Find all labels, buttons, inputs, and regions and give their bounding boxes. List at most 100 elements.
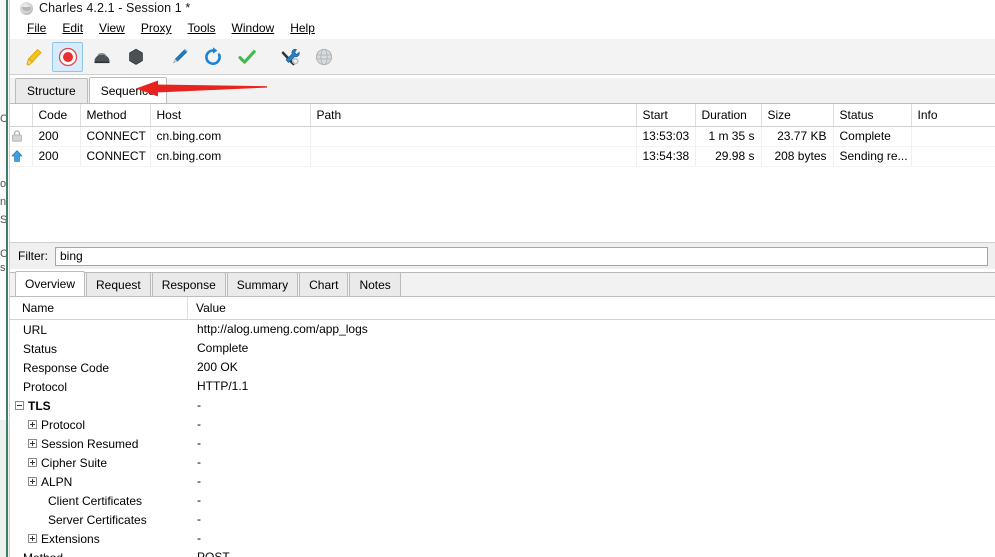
tree-label-status: Status bbox=[23, 341, 58, 356]
clear-session-icon bbox=[26, 48, 42, 66]
detail-col-value[interactable]: Value bbox=[188, 297, 995, 320]
col-header-start[interactable]: Start bbox=[636, 104, 696, 127]
tree-value-server-certificates: - bbox=[197, 512, 201, 526]
filter-input[interactable] bbox=[55, 246, 988, 266]
tools-icon bbox=[281, 48, 300, 65]
menu-window[interactable]: Window bbox=[224, 18, 283, 38]
col-header-path[interactable]: Path bbox=[310, 104, 637, 127]
dns-spoofing-button[interactable] bbox=[308, 42, 339, 72]
throttle-icon bbox=[94, 52, 109, 63]
menu-tools[interactable]: Tools bbox=[180, 18, 224, 38]
tree-label-server-certificates: Server Certificates bbox=[48, 512, 147, 527]
menu-window-label: Window bbox=[231, 21, 275, 35]
tab-overview-label: Overview bbox=[25, 277, 76, 291]
detail-tab-bar: Overview Request Response Summary Chart … bbox=[10, 271, 995, 297]
expand-toggle-plus-icon[interactable] bbox=[28, 458, 37, 467]
repeat-icon bbox=[204, 46, 221, 65]
expand-toggle-plus-icon[interactable] bbox=[28, 534, 37, 543]
table-row[interactable]: 200 CONNECT cn.bing.com 13:54:38 29.98 s… bbox=[10, 146, 995, 167]
col-header-code[interactable]: Code bbox=[32, 104, 81, 127]
tree-row-alpn[interactable]: ALPN - bbox=[10, 472, 995, 491]
tree-row-client-certificates[interactable]: Client Certificates - bbox=[10, 491, 995, 510]
tree-row-url[interactable]: URL http://alog.umeng.com/app_logs bbox=[10, 320, 995, 339]
cell-code: 200 bbox=[32, 126, 81, 147]
compose-button[interactable] bbox=[163, 42, 194, 72]
tree-label-session-resumed: Session Resumed bbox=[41, 436, 139, 451]
menu-file[interactable]: File bbox=[19, 18, 54, 38]
tree-label-extensions: Extensions bbox=[41, 531, 100, 546]
detail-col-name[interactable]: Name bbox=[10, 297, 188, 320]
row-status-icon-cell bbox=[10, 126, 33, 147]
col-header-host[interactable]: Host bbox=[150, 104, 311, 127]
cell-size: 23.77 KB bbox=[761, 126, 834, 147]
tab-response-label: Response bbox=[161, 277, 216, 292]
menu-view[interactable]: View bbox=[91, 18, 133, 38]
session-tab-bar: Structure Sequence bbox=[10, 77, 995, 104]
col-header-info[interactable]: Info bbox=[911, 104, 995, 127]
tree-value-url: http://alog.umeng.com/app_logs bbox=[197, 322, 368, 336]
tree-row-status[interactable]: Status Complete bbox=[10, 339, 995, 358]
expand-toggle-plus-icon[interactable] bbox=[28, 420, 37, 429]
tab-notes-label: Notes bbox=[359, 277, 391, 292]
tab-sequence[interactable]: Sequence bbox=[88, 77, 167, 103]
table-row[interactable]: 200 CONNECT cn.bing.com 13:53:03 1 m 35 … bbox=[10, 126, 995, 147]
tab-chart[interactable]: Chart bbox=[299, 272, 349, 296]
tab-chart-label: Chart bbox=[309, 277, 339, 292]
main-toolbar bbox=[10, 39, 995, 75]
menu-proxy[interactable]: Proxy bbox=[133, 18, 180, 38]
tree-row-session-resumed[interactable]: Session Resumed - bbox=[10, 434, 995, 453]
tree-label-tls: TLS bbox=[28, 398, 51, 413]
tree-label-url: URL bbox=[23, 322, 48, 337]
record-button[interactable] bbox=[52, 41, 83, 72]
breakpoints-button[interactable] bbox=[120, 42, 151, 72]
menu-help[interactable]: Help bbox=[282, 18, 323, 38]
menu-proxy-label: Proxy bbox=[140, 21, 172, 35]
cell-duration: 29.98 s bbox=[695, 146, 762, 167]
col-header-duration[interactable]: Duration bbox=[695, 104, 762, 127]
collapse-toggle-minus-icon[interactable] bbox=[15, 401, 24, 410]
tab-request[interactable]: Request bbox=[86, 272, 151, 296]
col-header-size[interactable]: Size bbox=[761, 104, 834, 127]
expand-toggle-plus-icon[interactable] bbox=[28, 477, 37, 486]
tab-sequence-label: Sequence bbox=[100, 83, 155, 98]
tree-value-extensions: - bbox=[197, 531, 201, 545]
col-header-icon[interactable] bbox=[10, 104, 33, 127]
tree-row-tls-protocol[interactable]: Protocol - bbox=[10, 415, 995, 434]
tree-row-extensions[interactable]: Extensions - bbox=[10, 529, 995, 548]
col-header-status[interactable]: Status bbox=[833, 104, 912, 127]
request-table[interactable]: Code Method Host Path Start Duration Siz… bbox=[10, 104, 995, 242]
cell-start: 13:54:38 bbox=[636, 146, 696, 167]
tree-value-status: Complete bbox=[197, 341, 249, 355]
tree-label-alpn: ALPN bbox=[41, 474, 73, 489]
tree-label-method: Method bbox=[23, 551, 63, 557]
cell-host: cn.bing.com bbox=[150, 126, 311, 147]
tree-row-server-certificates[interactable]: Server Certificates - bbox=[10, 510, 995, 529]
clear-session-button[interactable] bbox=[18, 42, 49, 72]
menu-bar: File Edit View Proxy Tools Window Help bbox=[10, 18, 995, 38]
tree-row-protocol[interactable]: Protocol HTTP/1.1 bbox=[10, 377, 995, 396]
main-window: Charles 4.2.1 - Session 1 * File Edit Vi… bbox=[9, 0, 995, 557]
validate-button[interactable] bbox=[231, 42, 262, 72]
cell-info bbox=[911, 126, 995, 147]
overview-detail-panel[interactable]: Name Value URL http://alog.umeng.com/app… bbox=[10, 297, 995, 557]
expand-toggle-plus-icon[interactable] bbox=[28, 439, 37, 448]
tab-notes[interactable]: Notes bbox=[349, 272, 401, 296]
tab-structure[interactable]: Structure bbox=[15, 78, 88, 103]
tree-row-response-code[interactable]: Response Code 200 OK bbox=[10, 358, 995, 377]
tree-row-tls[interactable]: TLS - bbox=[10, 396, 995, 415]
background-window-edge bbox=[6, 0, 8, 557]
repeat-button[interactable] bbox=[197, 42, 228, 72]
tab-summary-label: Summary bbox=[236, 277, 289, 292]
menu-edit[interactable]: Edit bbox=[54, 18, 91, 38]
throttle-button[interactable] bbox=[86, 42, 117, 72]
tab-response[interactable]: Response bbox=[151, 272, 226, 296]
tree-row-cipher-suite[interactable]: Cipher Suite - bbox=[10, 453, 995, 472]
cell-status: Complete bbox=[833, 126, 912, 147]
charles-bottle-icon bbox=[20, 2, 33, 15]
col-header-method[interactable]: Method bbox=[80, 104, 151, 127]
tab-overview[interactable]: Overview bbox=[15, 271, 86, 296]
tree-row-method[interactable]: Method POST bbox=[10, 548, 995, 557]
tree-label-cipher-suite: Cipher Suite bbox=[41, 455, 108, 470]
tools-button[interactable] bbox=[274, 42, 305, 72]
tab-summary[interactable]: Summary bbox=[226, 272, 299, 296]
